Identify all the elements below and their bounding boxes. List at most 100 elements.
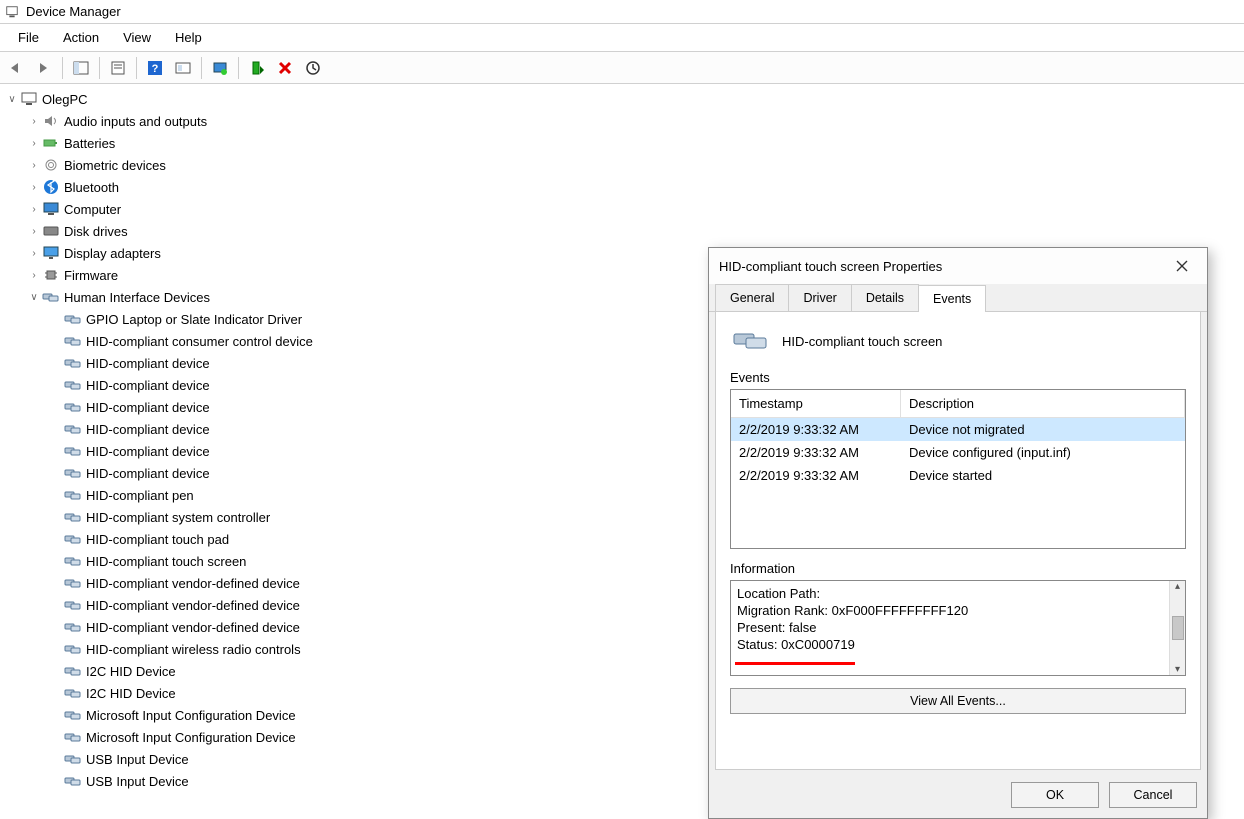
menu-file[interactable]: File (8, 26, 49, 49)
scroll-thumb[interactable] (1172, 616, 1184, 640)
device-icon (730, 326, 770, 356)
hid-icon (64, 641, 82, 657)
tree-category[interactable]: ›Disk drives (4, 220, 1244, 242)
tree-category[interactable]: ›Computer (4, 198, 1244, 220)
help-button[interactable]: ? (143, 56, 167, 80)
view-all-events-button[interactable]: View All Events... (730, 688, 1186, 714)
tree-device-label: GPIO Laptop or Slate Indicator Driver (86, 312, 302, 327)
tree-root[interactable]: ∨ OlegPC (4, 88, 1244, 110)
hid-icon (64, 553, 82, 569)
bluetooth-icon (42, 179, 60, 195)
chevron-icon[interactable]: › (26, 270, 42, 281)
tree-device-label: HID-compliant device (86, 378, 210, 393)
hid-icon (64, 377, 82, 393)
tree-device-label: HID-compliant device (86, 422, 210, 437)
col-timestamp[interactable]: Timestamp (731, 390, 901, 417)
events-row[interactable]: 2/2/2019 9:33:32 AMDevice started (731, 464, 1185, 487)
chevron-icon[interactable]: › (26, 204, 42, 215)
dialog-title: HID-compliant touch screen Properties (719, 259, 942, 274)
tab-pane-events: HID-compliant touch screen Events Timest… (715, 312, 1201, 770)
tab-driver[interactable]: Driver (788, 284, 851, 311)
tree-device-label: HID-compliant touch screen (86, 554, 246, 569)
scan-for-changes-button[interactable] (301, 56, 325, 80)
scan-hardware-button[interactable] (171, 56, 195, 80)
chevron-icon[interactable]: › (26, 138, 42, 149)
hid-icon (64, 487, 82, 503)
event-timestamp: 2/2/2019 9:33:32 AM (731, 418, 901, 441)
svg-text:?: ? (152, 63, 159, 75)
hid-icon (42, 289, 60, 305)
close-icon (1176, 260, 1188, 272)
tree-device-label: HID-compliant vendor-defined device (86, 576, 300, 591)
disk-icon (42, 223, 60, 239)
events-header: Timestamp Description (731, 390, 1185, 418)
events-row[interactable]: 2/2/2019 9:33:32 AMDevice not migrated (731, 418, 1185, 441)
dialog-titlebar[interactable]: HID-compliant touch screen Properties (709, 248, 1207, 284)
tree-category[interactable]: › Audio inputs and outputs (4, 110, 1244, 132)
col-description[interactable]: Description (901, 390, 1185, 417)
events-row[interactable]: 2/2/2019 9:33:32 AMDevice configured (in… (731, 441, 1185, 464)
tree-device-label: USB Input Device (86, 752, 189, 767)
scroll-up-icon[interactable]: ▴ (1175, 581, 1180, 592)
hid-icon (64, 707, 82, 723)
back-button[interactable] (4, 56, 28, 80)
chevron-icon[interactable]: › (26, 248, 42, 259)
hid-icon (64, 663, 82, 679)
chevron-icon[interactable]: ∨ (26, 292, 42, 303)
tree-device-label: Microsoft Input Configuration Device (86, 708, 296, 723)
monitor-icon (42, 201, 60, 217)
show-hide-console-button[interactable] (69, 56, 93, 80)
hid-icon (64, 355, 82, 371)
battery-icon (42, 135, 60, 151)
cancel-button[interactable]: Cancel (1109, 782, 1197, 808)
menu-help[interactable]: Help (165, 26, 212, 49)
forward-button[interactable] (32, 56, 56, 80)
chevron-down-icon[interactable]: ∨ (4, 94, 20, 105)
chevron-icon[interactable]: › (26, 116, 42, 127)
tree-category-label: Firmware (64, 268, 118, 283)
tab-events[interactable]: Events (918, 285, 986, 312)
tree-device-label: HID-compliant device (86, 444, 210, 459)
scroll-down-icon[interactable]: ▾ (1175, 664, 1180, 675)
hid-icon (64, 597, 82, 613)
hid-icon (64, 399, 82, 415)
tree-device-label: HID-compliant vendor-defined device (86, 620, 300, 635)
menu-view[interactable]: View (113, 26, 161, 49)
events-list[interactable]: Timestamp Description 2/2/2019 9:33:32 A… (730, 389, 1186, 549)
tree-category[interactable]: › Bluetooth (4, 176, 1244, 198)
tree-device-label: I2C HID Device (86, 686, 176, 701)
uninstall-device-button[interactable] (273, 56, 297, 80)
tree-category[interactable]: ›Batteries (4, 132, 1244, 154)
chevron-icon[interactable]: › (26, 182, 42, 193)
tree-category-label: Audio inputs and outputs (64, 114, 207, 129)
chevron-icon[interactable]: › (26, 160, 42, 171)
tree-device-label: HID-compliant device (86, 400, 210, 415)
hid-icon (64, 421, 82, 437)
properties-button[interactable] (106, 56, 130, 80)
tree-category-label: Display adapters (64, 246, 161, 261)
hid-icon (64, 465, 82, 481)
ok-button[interactable]: OK (1011, 782, 1099, 808)
enable-device-button[interactable] (245, 56, 269, 80)
tree-device-label: I2C HID Device (86, 664, 176, 679)
chevron-icon[interactable]: › (26, 226, 42, 237)
tree-root-label: OlegPC (42, 92, 88, 107)
computer-icon (20, 91, 38, 107)
fingerprint-icon (42, 157, 60, 173)
hid-icon (64, 443, 82, 459)
tree-category-label: Bluetooth (64, 180, 119, 195)
event-description: Device configured (input.inf) (901, 441, 1185, 464)
hid-icon (64, 333, 82, 349)
information-box: Location Path: Migration Rank: 0xF000FFF… (730, 580, 1186, 676)
scrollbar[interactable]: ▴ ▾ (1169, 581, 1185, 675)
tree-category[interactable]: ›Biometric devices (4, 154, 1244, 176)
hid-icon (64, 619, 82, 635)
menu-action[interactable]: Action (53, 26, 109, 49)
tab-general[interactable]: General (715, 284, 789, 311)
tree-device-label: HID-compliant pen (86, 488, 194, 503)
dialog-buttons: OK Cancel (709, 776, 1207, 818)
update-driver-button[interactable] (208, 56, 232, 80)
close-button[interactable] (1167, 254, 1197, 278)
hid-icon (64, 509, 82, 525)
tab-details[interactable]: Details (851, 284, 919, 311)
